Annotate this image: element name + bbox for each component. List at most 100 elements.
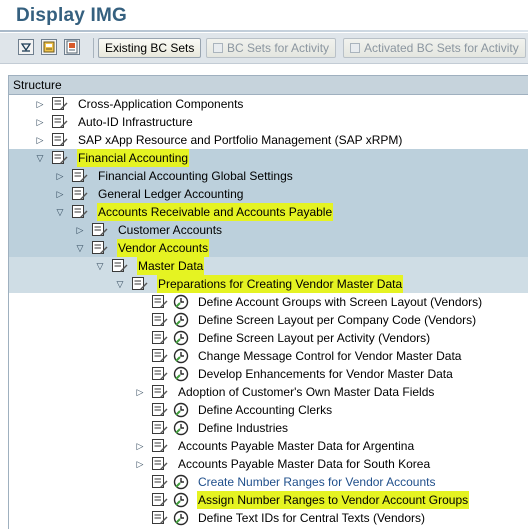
where-used-icon[interactable] [41,39,57,55]
tree-node-label[interactable]: Define Screen Layout per Company Code (V… [197,311,477,329]
execute-activity-icon[interactable] [173,330,189,346]
tree-node-label[interactable]: Define Account Groups with Screen Layout… [197,293,483,311]
tree-node[interactable]: Assign Number Ranges to Vendor Account G… [9,491,528,509]
documentation-icon[interactable] [151,330,168,345]
tree-node[interactable]: Define Screen Layout per Company Code (V… [9,311,528,329]
tree-node[interactable]: ▽ Financial Accounting [9,149,528,167]
tree-node[interactable]: ▷ Cross-Application Components [9,95,528,113]
tree-node[interactable]: Change Message Control for Vendor Master… [9,347,528,365]
tree-node-label[interactable]: Cross-Application Components [77,95,244,113]
tree-node[interactable]: Develop Enhancements for Vendor Master D… [9,365,528,383]
tree-node-label[interactable]: Financial Accounting [77,149,190,167]
collapse-node-icon[interactable]: ▽ [95,257,105,275]
tree-node-label[interactable]: Define Industries [197,419,289,437]
documentation-icon[interactable] [51,96,68,111]
tree-node[interactable]: ▽ Vendor Accounts [9,239,528,257]
expand-node-icon[interactable]: ▷ [35,113,45,131]
tree-node[interactable]: ▷ Auto-ID Infrastructure [9,113,528,131]
collapse-node-icon[interactable]: ▽ [75,239,85,257]
release-notes-icon[interactable] [64,39,80,55]
documentation-icon[interactable] [51,150,68,165]
expand-node-icon[interactable]: ▷ [135,455,145,473]
documentation-icon[interactable] [151,474,168,489]
tree-node[interactable]: Define Accounting Clerks [9,401,528,419]
documentation-icon[interactable] [151,438,168,453]
tree-node-label[interactable]: Define Text IDs for Central Texts (Vendo… [197,509,426,527]
documentation-icon[interactable] [151,402,168,417]
execute-activity-icon[interactable] [173,474,189,490]
tree-node[interactable]: ▽ Preparations for Creating Vendor Master… [9,275,528,293]
tree-node[interactable]: Define Account Groups with Screen Layout… [9,293,528,311]
expand-node-icon[interactable]: ▷ [55,185,65,203]
execute-activity-icon[interactable] [173,366,189,382]
tree-node[interactable]: ▷ SAP xApp Resource and Portfolio Managem… [9,131,528,149]
expand-node-icon[interactable]: ▷ [35,131,45,149]
documentation-icon[interactable] [151,420,168,435]
tree-node[interactable]: ▷ Accounts Payable Master Data for Argent… [9,437,528,455]
execute-activity-icon[interactable] [173,402,189,418]
tree-node-label[interactable]: Financial Accounting Global Settings [97,167,294,185]
documentation-icon[interactable] [71,186,88,201]
documentation-icon[interactable] [151,366,168,381]
tree-node-label[interactable]: Define Accounting Clerks [197,401,333,419]
tree-node[interactable]: ▷ Accounts Payable Master Data for South … [9,455,528,473]
tree-node[interactable]: Create Number Ranges for Vendor Accounts [9,473,528,491]
tree-node-label[interactable]: General Ledger Accounting [97,185,244,203]
documentation-icon[interactable] [151,384,168,399]
documentation-icon[interactable] [51,132,68,147]
expand-node-icon[interactable]: ▷ [35,95,45,113]
tree-node[interactable]: Define Industries [9,419,528,437]
documentation-icon[interactable] [111,258,128,273]
documentation-icon[interactable] [91,240,108,255]
documentation-icon[interactable] [151,294,168,309]
documentation-icon[interactable] [71,204,88,219]
execute-activity-icon[interactable] [173,510,189,526]
tree-node-label[interactable]: Preparations for Creating Vendor Master … [157,275,404,293]
documentation-icon[interactable] [91,222,108,237]
collapse-node-icon[interactable]: ▽ [35,149,45,167]
documentation-icon[interactable] [151,348,168,363]
tree-node[interactable]: ▽ Master Data [9,257,528,275]
tree-node[interactable]: Define Text IDs for Central Texts (Vendo… [9,509,528,527]
expand-node-icon[interactable]: ▷ [55,167,65,185]
tree-node-label[interactable]: Adoption of Customer's Own Master Data F… [177,383,435,401]
tree-node-label[interactable]: Change Message Control for Vendor Master… [197,347,462,365]
tree-node[interactable]: ▷ Financial Accounting Global Settings [9,167,528,185]
tree-node-label[interactable]: Create Number Ranges for Vendor Accounts [197,473,436,491]
tree-node-label[interactable]: Master Data [137,257,205,275]
tree-node-label[interactable]: Vendor Accounts [117,239,210,257]
tree-node[interactable]: ▷ Customer Accounts [9,221,528,239]
tree-node-label[interactable]: Develop Enhancements for Vendor Master D… [197,365,454,383]
tree-node-label[interactable]: Define Screen Layout per Activity (Vendo… [197,329,431,347]
execute-activity-icon[interactable] [173,294,189,310]
tree-node-label[interactable]: Assign Number Ranges to Vendor Account G… [197,491,470,509]
tree-node-label[interactable]: Accounts Receivable and Accounts Payable [97,203,334,221]
expand-node-icon[interactable]: ▷ [135,437,145,455]
documentation-icon[interactable] [151,510,168,525]
documentation-icon[interactable] [151,456,168,471]
collapse-node-icon[interactable]: ▽ [115,275,125,293]
tree-node[interactable]: ▷ Adoption of Customer's Own Master Data … [9,383,528,401]
expand-node-icon[interactable]: ▷ [75,221,85,239]
documentation-icon[interactable] [151,312,168,327]
execute-activity-icon[interactable] [173,348,189,364]
tree-node[interactable]: ▷ General Ledger Accounting [9,185,528,203]
expand-node-icon[interactable]: ▷ [135,383,145,401]
tree-node-label[interactable]: Accounts Payable Master Data for South K… [177,455,431,473]
execute-activity-icon[interactable] [173,492,189,508]
tree-node[interactable]: Define Screen Layout per Activity (Vendo… [9,329,528,347]
documentation-icon[interactable] [131,276,148,291]
bc-sets-for-activity-button[interactable]: BC Sets for Activity [206,38,337,58]
tree-node-label[interactable]: Auto-ID Infrastructure [77,113,194,131]
activated-bc-sets-button[interactable]: Activated BC Sets for Activity [343,38,526,58]
existing-bc-sets-button[interactable]: Existing BC Sets [98,38,202,58]
documentation-icon[interactable] [151,492,168,507]
tree-node-label[interactable]: SAP xApp Resource and Portfolio Manageme… [77,131,403,149]
tree-node-label[interactable]: Accounts Payable Master Data for Argenti… [177,437,415,455]
tree-node[interactable]: ▽ Accounts Receivable and Accounts Payabl… [9,203,528,221]
documentation-icon[interactable] [71,168,88,183]
tree-node-label[interactable]: Customer Accounts [117,221,223,239]
documentation-icon[interactable] [51,114,68,129]
collapse-icon[interactable] [18,39,34,55]
execute-activity-icon[interactable] [173,312,189,328]
